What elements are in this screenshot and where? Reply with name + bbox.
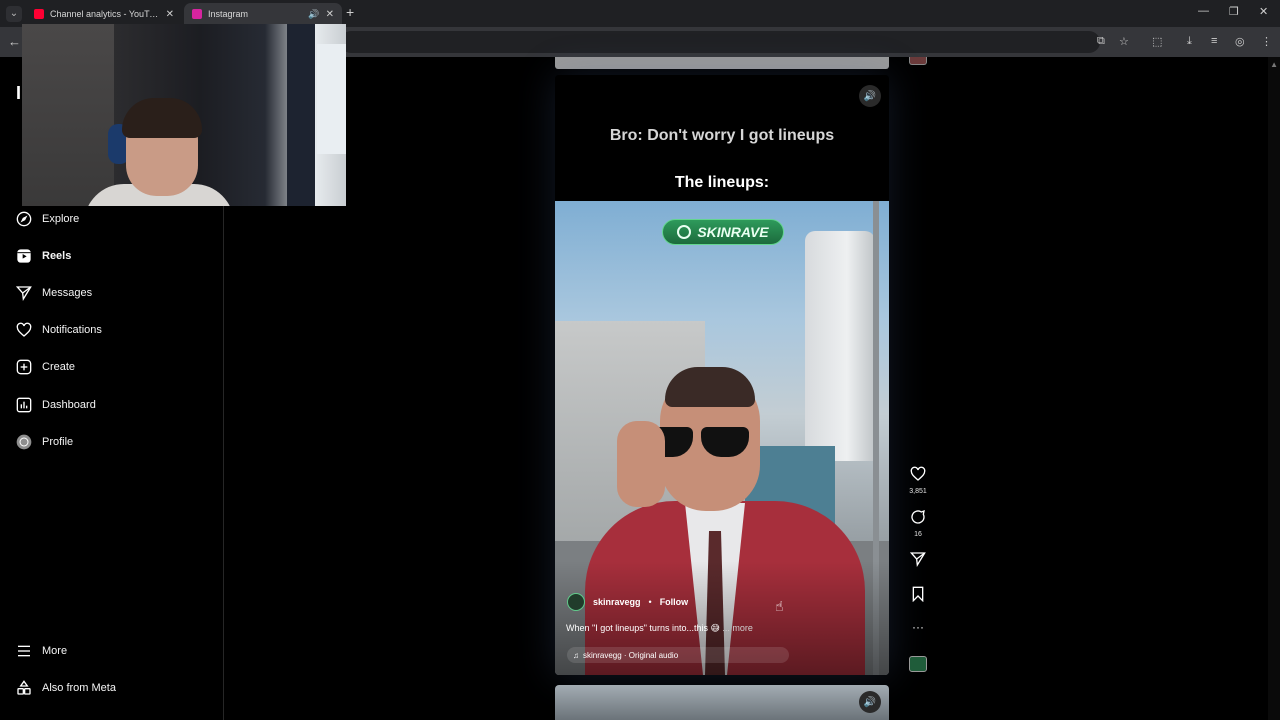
send-icon bbox=[909, 552, 926, 568]
kebab-menu-icon[interactable]: ⋮ bbox=[1261, 35, 1272, 48]
audio-thumbnail[interactable] bbox=[909, 656, 927, 672]
plus-square-icon bbox=[16, 359, 32, 375]
sidebar-item-also-from-meta[interactable]: Also from Meta bbox=[0, 673, 224, 703]
like-count: 3,851 bbox=[909, 488, 927, 495]
share-button[interactable] bbox=[903, 551, 933, 572]
webcam-overlay bbox=[22, 24, 346, 206]
reel-description: When "I got lineups" turns into...this 😅… bbox=[566, 623, 753, 634]
compass-icon bbox=[16, 211, 32, 227]
profile-avatar-icon[interactable]: ◎ bbox=[1235, 35, 1245, 48]
more-link[interactable]: ... more bbox=[722, 623, 753, 633]
reel-player[interactable]: 🔊 Bro: Don't worry I got lineups The lin… bbox=[555, 75, 889, 675]
sidebar-item-messages[interactable]: Messages bbox=[0, 278, 224, 308]
hand-cursor-icon: ☝ bbox=[775, 598, 784, 614]
tab-search-button[interactable]: ⌄ bbox=[6, 6, 22, 22]
close-window-icon[interactable]: ✕ bbox=[1259, 5, 1268, 18]
browser-tab-bar: ⌄ Channel analytics - YouTube St ✕ Insta… bbox=[0, 0, 1280, 27]
sidebar-item-create[interactable]: Create bbox=[0, 352, 224, 382]
tab-instagram[interactable]: Instagram 🔊 ✕ bbox=[184, 3, 342, 25]
instagram-favicon-icon bbox=[192, 9, 202, 19]
back-icon[interactable]: ← bbox=[8, 34, 21, 49]
more-options-icon[interactable]: ··· bbox=[903, 619, 933, 635]
comment-button[interactable]: 16 bbox=[903, 509, 933, 538]
tab-title: Instagram bbox=[208, 9, 249, 19]
reels-icon bbox=[16, 248, 32, 264]
author-avatar[interactable] bbox=[567, 593, 585, 611]
audio-label: skinravegg · Original audio bbox=[583, 650, 679, 660]
sidebar-item-profile[interactable]: Profile bbox=[0, 427, 224, 457]
comment-icon bbox=[911, 509, 925, 524]
close-tab-icon[interactable]: ✕ bbox=[326, 9, 334, 20]
reel-overlay-text: The lineups: bbox=[674, 174, 770, 191]
sidebar-item-explore[interactable]: Explore bbox=[0, 204, 224, 234]
sidebar-item-label: Also from Meta bbox=[42, 682, 116, 694]
download-icon[interactable]: ⤓ bbox=[1187, 35, 1192, 48]
tab-youtube-analytics[interactable]: Channel analytics - YouTube St ✕ bbox=[26, 3, 182, 25]
reel-caption-header: 🔊 Bro: Don't worry I got lineups The lin… bbox=[555, 75, 889, 201]
heart-icon bbox=[910, 466, 926, 481]
scrollbar[interactable] bbox=[1268, 57, 1280, 720]
close-tab-icon[interactable]: ✕ bbox=[166, 9, 174, 20]
bookmark-star-icon[interactable]: ☆ bbox=[1119, 35, 1129, 48]
sidebar-item-label: Dashboard bbox=[42, 399, 96, 411]
description-text: When "I got lineups" turns into...this 😅 bbox=[566, 623, 720, 633]
like-button[interactable]: 3,851 bbox=[903, 466, 933, 495]
extensions-icon[interactable]: ⬚ bbox=[1152, 35, 1162, 48]
media-control-icon[interactable]: ≡ bbox=[1211, 35, 1217, 47]
sidebar-item-label: Messages bbox=[42, 287, 93, 299]
meta-icon bbox=[16, 680, 32, 696]
audio-pill[interactable]: ♫ skinravegg · Original audio bbox=[567, 647, 789, 663]
sidebar-item-label: Notifications bbox=[42, 324, 102, 336]
reel-video[interactable]: SKINRAVE skinravegg • Follow When "I got… bbox=[555, 201, 889, 675]
chart-icon bbox=[16, 397, 32, 413]
instagram-logo-icon[interactable]: I bbox=[16, 83, 21, 104]
separator-dot: • bbox=[648, 597, 652, 607]
bookmark-icon bbox=[912, 586, 924, 603]
send-icon bbox=[16, 285, 32, 301]
brand-logo-icon bbox=[677, 225, 692, 239]
sidebar-item-label: Profile bbox=[42, 436, 74, 448]
new-tab-button[interactable]: + bbox=[346, 4, 354, 20]
sidebar-item-dashboard[interactable]: Dashboard bbox=[0, 390, 224, 420]
reel-overlay-text: Bro: Don't worry I got lineups bbox=[609, 127, 835, 144]
menu-icon bbox=[16, 643, 32, 659]
volume-icon[interactable]: 🔊 bbox=[859, 691, 881, 713]
volume-icon[interactable]: 🔊 bbox=[859, 85, 881, 107]
avatar-icon bbox=[16, 434, 32, 450]
minimize-icon[interactable]: — bbox=[1198, 5, 1209, 17]
reel-author: skinravegg • Follow bbox=[567, 593, 688, 611]
music-note-icon: ♫ bbox=[573, 650, 579, 660]
sidebar-item-reels[interactable]: Reels bbox=[0, 241, 224, 271]
sidebar-item-more[interactable]: More bbox=[0, 636, 224, 666]
sidebar-item-label: Explore bbox=[42, 213, 80, 225]
sidebar-item-label: More bbox=[42, 645, 68, 657]
follow-button[interactable]: Follow bbox=[660, 597, 689, 607]
brand-name: SKINRAVE bbox=[697, 224, 769, 240]
tab-title: Channel analytics - YouTube St bbox=[50, 9, 160, 19]
brand-watermark: SKINRAVE bbox=[662, 219, 784, 245]
sidebar-item-label: Create bbox=[42, 361, 76, 373]
author-username[interactable]: skinravegg bbox=[593, 597, 641, 607]
previous-reel[interactable] bbox=[555, 57, 889, 69]
next-reel[interactable]: 🔊 bbox=[555, 685, 889, 720]
youtube-favicon-icon bbox=[34, 9, 44, 19]
sidebar-item-notifications[interactable]: Notifications bbox=[0, 315, 224, 345]
previous-audio-thumbnail[interactable] bbox=[909, 57, 927, 65]
sidebar-item-label: Reels bbox=[42, 250, 72, 262]
install-app-icon[interactable]: ⧉ bbox=[1097, 35, 1105, 48]
comment-count: 16 bbox=[914, 531, 922, 538]
scroll-up-icon[interactable]: ▲ bbox=[1270, 60, 1278, 69]
speaker-icon[interactable]: 🔊 bbox=[308, 9, 319, 20]
save-button[interactable] bbox=[903, 586, 933, 607]
restore-icon[interactable]: ❐ bbox=[1229, 5, 1239, 18]
address-bar[interactable] bbox=[340, 31, 1100, 53]
heart-icon bbox=[16, 322, 32, 338]
